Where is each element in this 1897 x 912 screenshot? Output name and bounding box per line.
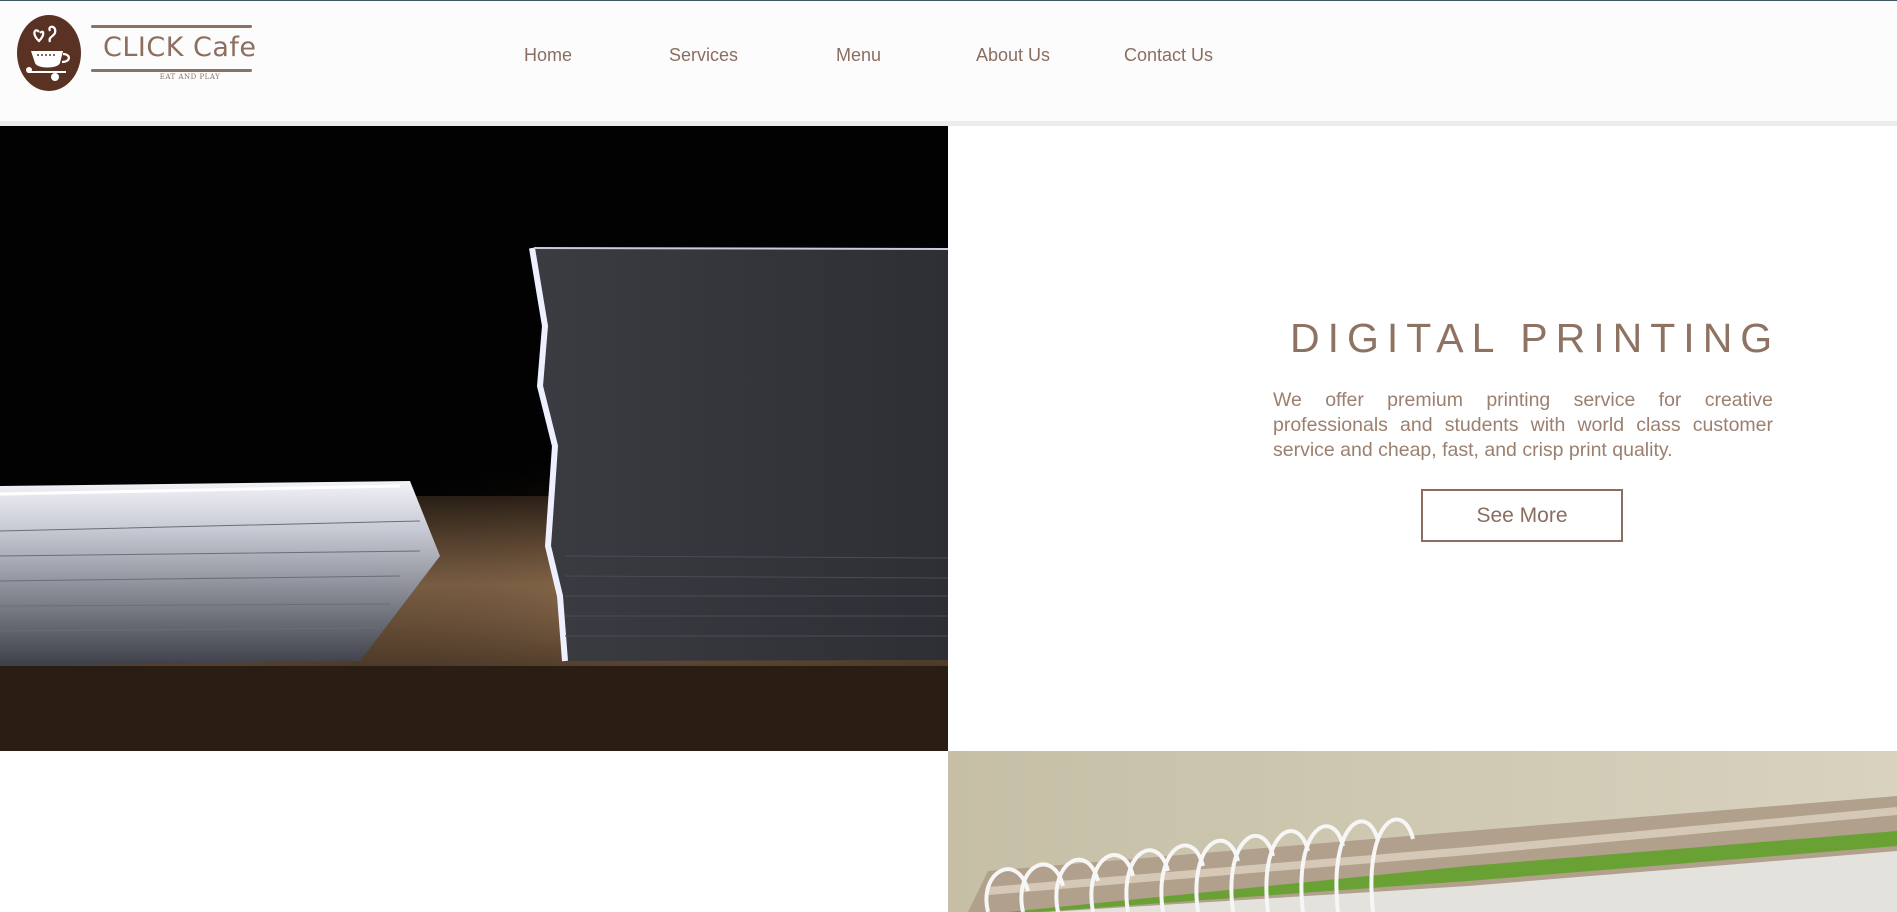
nav-menu[interactable]: Menu <box>836 43 881 67</box>
logo-wordmark: CLICK Cafe <box>103 32 257 63</box>
stacked-paper-photo <box>0 126 948 751</box>
site-header: CLICK Cafe EAT AND PLAY Home Services Me… <box>0 1 1897 121</box>
coffee-cup-heart-icon <box>17 15 81 91</box>
paper-stack-illustration <box>0 126 948 751</box>
nav-services[interactable]: Services <box>669 43 738 67</box>
nav-contact-us[interactable]: Contact Us <box>1124 43 1213 67</box>
nav-about-us[interactable]: About Us <box>976 43 1050 67</box>
notebook-illustration <box>948 751 1897 912</box>
see-more-button[interactable]: See More <box>1421 489 1623 542</box>
blank-panel <box>0 751 948 912</box>
logo-rule-top <box>91 25 252 28</box>
hero-title: DIGITAL PRINTING <box>1290 315 1781 361</box>
spiral-notebook-photo <box>948 751 1897 912</box>
logo-rule-bottom <box>91 69 252 72</box>
logo-tagline: EAT AND PLAY <box>159 73 221 81</box>
nav-home[interactable]: Home <box>524 43 572 67</box>
logo[interactable]: CLICK Cafe EAT AND PLAY <box>17 15 257 91</box>
hero-description: We offer premium printing service for cr… <box>1273 389 1773 461</box>
